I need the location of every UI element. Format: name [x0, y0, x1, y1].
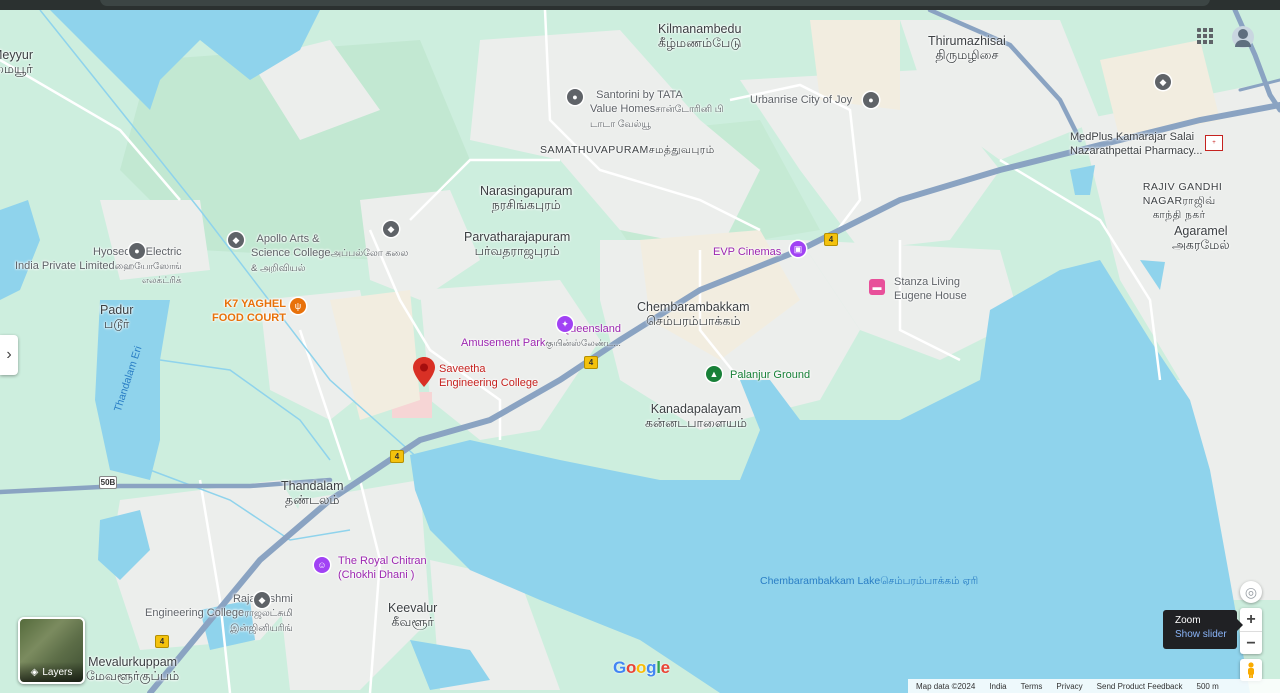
- search-bar-edge[interactable]: [100, 0, 1210, 6]
- school-pin-icon-2[interactable]: ◆: [383, 221, 399, 237]
- poi-santorini-label[interactable]: Santorini by TATA Value Homesசான்டோரினி …: [590, 74, 723, 132]
- place-agaramel: Agaramel அகரமேல்: [1172, 224, 1230, 252]
- road-shield-nh4: 4: [390, 450, 404, 463]
- poi-stanza-hotel-icon[interactable]: ▬: [869, 279, 885, 295]
- place-mevalurkuppam: Mevalurkuppam மேவளூர்குப்பம்: [86, 655, 180, 683]
- poi-urbanrise-pin-icon[interactable]: ●: [863, 92, 879, 108]
- zoom-out-button[interactable]: −: [1240, 632, 1262, 655]
- layers-button[interactable]: ◈ Layers: [18, 617, 85, 684]
- poi-rajalakshmi-pin-icon[interactable]: ◆: [254, 592, 270, 608]
- feedback-link[interactable]: Send Product Feedback: [1097, 682, 1183, 691]
- account-icon[interactable]: [1232, 26, 1254, 48]
- poi-evp-label[interactable]: EVP Cinemas: [713, 245, 781, 259]
- zoom-tooltip: Zoom Show slider: [1163, 610, 1243, 649]
- selected-location-pin-icon[interactable]: [413, 357, 435, 387]
- my-location-icon[interactable]: ◎: [1240, 581, 1262, 603]
- layers-icon: ◈: [30, 666, 39, 678]
- map-data-credit: Map data ©2024: [916, 681, 976, 691]
- place-samathuvapuram: SAMATHUVAPURAMசமத்துவபுரம்: [540, 144, 715, 156]
- place-chembarambakkam: Chembarambakkam செம்பரம்பாக்கம்: [637, 300, 750, 328]
- place-padur: Padur படூர்: [100, 303, 134, 331]
- privacy-link[interactable]: Privacy: [1056, 682, 1082, 691]
- poi-evp-pin-icon[interactable]: ▣: [790, 241, 806, 257]
- google-logo: Google: [613, 658, 670, 677]
- poi-hyoseong-pin-icon[interactable]: ●: [129, 243, 145, 259]
- expand-side-panel-button[interactable]: ›: [0, 335, 18, 375]
- place-meyyur: Meyyurமையூர்: [0, 48, 33, 76]
- pharmacy-icon[interactable]: +: [1205, 135, 1223, 151]
- place-parvatharajapuram: Parvatharajapuram பர்வதராஜபுரம்: [464, 230, 571, 258]
- road-shield-nh4: 4: [824, 233, 838, 246]
- place-thirumazhisai: Thirumazhisai திருமழிசை: [928, 34, 1006, 62]
- pegman-icon[interactable]: [1240, 659, 1262, 681]
- poi-palanjur-park-icon[interactable]: ▲: [706, 366, 722, 382]
- road-shield-nh4: 4: [155, 635, 169, 648]
- top-bar: [0, 0, 1280, 10]
- place-thandalam: Thandalam தண்டலம்: [281, 479, 344, 507]
- terms-link[interactable]: Terms: [1021, 682, 1043, 691]
- map-footer: Map data ©2024 India Terms Privacy Send …: [908, 679, 1280, 693]
- poi-k7-label[interactable]: K7 YAGHEL FOOD COURT: [212, 297, 286, 325]
- place-kanadapalayam: Kanadapalayam கன்னடபாளையம்: [645, 402, 747, 430]
- place-rajiv-gandhi-nagar: RAJIV GANDHI NAGARராஜிவ் காந்தி நகர்: [1142, 181, 1223, 221]
- zoom-control[interactable]: + −: [1240, 608, 1262, 654]
- poi-stanza-label[interactable]: Stanza Living Eugene House: [894, 275, 967, 303]
- road-shield-nh4: 4: [584, 356, 598, 369]
- poi-hyoseong-label[interactable]: Hyoseong Electric India Private Limitedஹ…: [15, 231, 182, 287]
- poi-medplus-label[interactable]: MedPlus Kamarajar Salai Nazarathpettai P…: [1070, 130, 1202, 158]
- poi-queensland-pin-icon[interactable]: ✦: [557, 316, 573, 332]
- place-kilmanambedu: Kilmanambedu கீழ்மணம்பேடு: [658, 22, 742, 50]
- poi-royal-chitran-pin-icon[interactable]: ☺: [314, 557, 330, 573]
- region-link[interactable]: India: [989, 682, 1006, 691]
- poi-santorini-pin-icon[interactable]: ●: [567, 89, 583, 105]
- show-slider-link[interactable]: Show slider: [1175, 629, 1237, 640]
- apps-grid-icon[interactable]: [1197, 28, 1213, 44]
- poi-urbanrise-label[interactable]: Urbanrise City of Joy: [750, 93, 852, 107]
- poi-palanjur-label[interactable]: Palanjur Ground: [730, 368, 810, 382]
- scale-bar[interactable]: 500 m: [1197, 682, 1219, 691]
- place-narasingapuram: Narasingapuram நரசிங்கபுரம்: [480, 184, 573, 212]
- water-label-chembarambakkam-lake: Chembarambakkam Lakeசெம்பரம்பாக்கம் ஏரி: [760, 575, 979, 587]
- poi-apollo-pin-icon[interactable]: ◆: [228, 232, 244, 248]
- poi-queensland-label[interactable]: Queensland Amusement Parkகுயின்ஸ்லேண்ட..…: [461, 308, 621, 350]
- poi-rajalakshmi-label[interactable]: Rajalakshmi Engineering Collegeராஜலட்சும…: [145, 578, 293, 636]
- place-keevalur: Keevalur கீவளூர்: [388, 601, 438, 629]
- road-shield-50b: 50B: [99, 476, 117, 489]
- poi-royal-chitran-label[interactable]: The Royal Chitran (Chokhi Dhani ): [338, 554, 427, 582]
- zoom-in-button[interactable]: +: [1240, 608, 1262, 632]
- school-pin-icon[interactable]: ◆: [1155, 74, 1171, 90]
- poi-k7-food-icon[interactable]: ψ: [290, 298, 306, 314]
- poi-saveetha-label[interactable]: Saveetha Engineering College: [439, 362, 538, 390]
